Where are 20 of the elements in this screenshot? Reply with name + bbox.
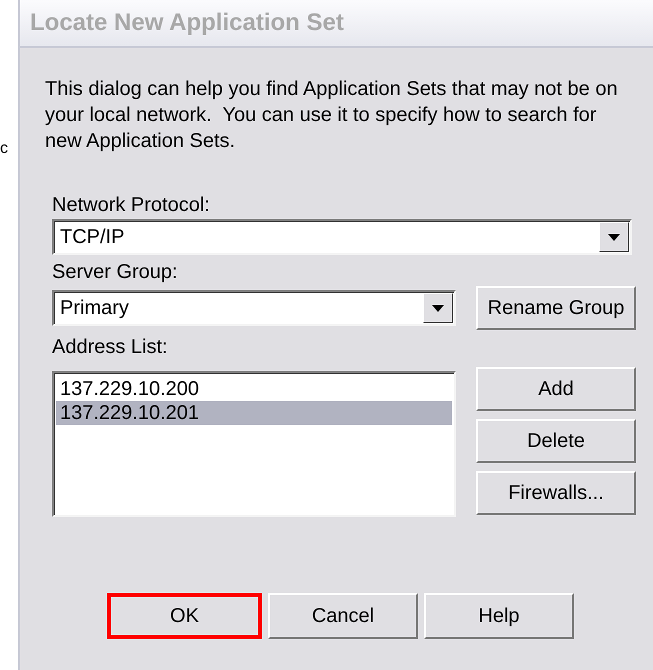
dropdown-arrow-icon <box>608 234 620 240</box>
dialog-button[interactable]: OK <box>107 593 262 639</box>
network-protocol-dropdown[interactable]: TCP/IP <box>52 219 632 255</box>
text-fragment: c <box>0 140 9 158</box>
server-group-dropdown[interactable]: Primary <box>52 290 456 326</box>
window-title: Locate New Application Set <box>30 9 344 37</box>
dialog-button[interactable]: Cancel <box>268 593 418 639</box>
list-item[interactable]: 137.229.10.200 <box>56 377 452 401</box>
field-label: Network Protocol: <box>52 194 211 217</box>
intro-text: This dialog can help you find Application Sets that may not be on your local network. You can use it to specify how to search for new Application Sets. <box>45 77 619 154</box>
list-action-button[interactable]: Firewalls... <box>476 471 636 515</box>
list-action-button[interactable]: Add <box>476 367 636 411</box>
field-label: Server Group: <box>52 261 179 284</box>
address-list[interactable]: 137.229.10.200 137.229.10.201 <box>52 371 456 517</box>
dropdown-arrow-icon <box>432 304 444 312</box>
list-item[interactable]: 137.229.10.201 <box>56 401 452 425</box>
list-action-button[interactable]: Delete <box>476 419 636 463</box>
dialog-button[interactable]: Help <box>424 593 574 639</box>
field-label: Address List: <box>52 336 169 359</box>
rename-group-button[interactable]: Rename Group <box>476 286 636 330</box>
